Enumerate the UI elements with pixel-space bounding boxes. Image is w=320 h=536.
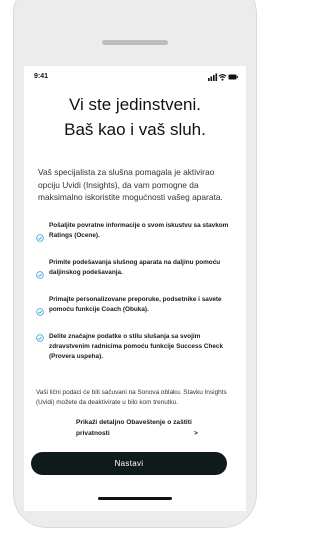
battery-icon (228, 74, 238, 80)
continue-button[interactable]: Nastavi (31, 452, 227, 475)
chevron-right-icon: > (194, 429, 198, 437)
check-icon (36, 308, 44, 316)
feature-item-remote-adjust: Primite podešavanja slušnog aparata na d… (36, 258, 236, 295)
privacy-link-row-2: privatnosti > (76, 429, 226, 440)
privacy-link-line-1: Prikaži detaljno Obaveštenje o zaštiti (76, 419, 192, 426)
privacy-text: Vaši lični podaci će biti sačuvani na So… (36, 389, 227, 406)
wifi-icon (218, 74, 227, 81)
check-icon (36, 271, 44, 279)
feature-text: Primite podešavanja slušnog aparata na d… (49, 259, 221, 276)
page-title: Vi ste jedinstveni. Baš kao i vaš sluh. (24, 92, 246, 142)
phone-screen: 9:41 Vi ste jedinstveni. Baš kao i vaš s… (24, 66, 246, 511)
intro-text: Vaš specijalista za slušna pomagala je a… (38, 167, 223, 202)
feature-text: Delite značajne podatke o stilu slušanja… (49, 333, 224, 360)
home-indicator[interactable] (98, 497, 172, 500)
privacy-details-link[interactable]: Prikaži detaljno Obaveštenje o zaštiti p… (76, 418, 226, 439)
status-time: 9:41 (34, 73, 49, 80)
feature-item-ratings: Pošaljite povratne informacije o svom is… (36, 221, 236, 258)
status-icons (208, 73, 238, 81)
feature-text: Pošaljite povratne informacije o svom is… (49, 222, 229, 239)
status-bar: 9:41 (24, 66, 246, 88)
title-line-2: Baš kao i vaš sluh. (64, 120, 206, 139)
feature-text: Primajte personalizovane preporuke, pods… (49, 296, 222, 313)
signal-icon (208, 73, 218, 81)
phone-speaker (102, 40, 168, 45)
feature-item-coach: Primajte personalizovane preporuke, pods… (36, 295, 236, 332)
check-icon (36, 334, 44, 342)
title-line-1: Vi ste jedinstveni. (69, 95, 201, 114)
feature-list: Pošaljite povratne informacije o svom is… (36, 221, 236, 369)
feature-item-success-check: Delite značajne podatke o stilu slušanja… (36, 332, 236, 369)
privacy-link-line-2: privatnosti (76, 429, 110, 437)
check-icon (36, 234, 44, 242)
